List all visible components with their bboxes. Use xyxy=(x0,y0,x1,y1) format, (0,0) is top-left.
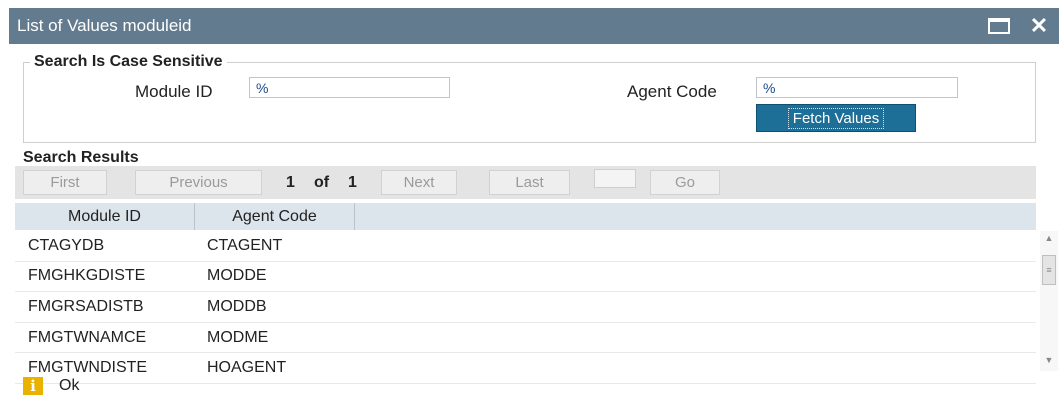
pagination-bar: First Previous 1 of 1 Next Last Go xyxy=(15,166,1036,199)
search-results-label: Search Results xyxy=(23,149,139,166)
go-button[interactable]: Go xyxy=(650,170,720,195)
next-page-button[interactable]: Next xyxy=(381,170,457,195)
close-button[interactable]: ✕ xyxy=(1019,8,1059,44)
scroll-up-icon[interactable]: ▲ xyxy=(1040,233,1058,243)
vertical-scrollbar[interactable]: ▲ ≡ ▼ xyxy=(1040,231,1058,371)
cell-module-id: FMGTWNDISTE xyxy=(28,359,148,377)
cell-agent-code: MODME xyxy=(207,328,269,346)
window-title: List of Values moduleid xyxy=(17,16,192,35)
agent-code-input[interactable] xyxy=(756,77,958,98)
info-icon: i xyxy=(23,377,43,395)
module-id-input[interactable] xyxy=(249,77,450,98)
footer: i Ok xyxy=(23,377,79,395)
cell-agent-code: MODDE xyxy=(207,267,267,285)
module-id-label: Module ID xyxy=(135,82,213,101)
table-row[interactable]: FMGRSADISTB MODDB xyxy=(15,292,1036,323)
search-legend: Search Is Case Sensitive xyxy=(30,53,227,71)
agent-code-label: Agent Code xyxy=(627,82,717,101)
cell-module-id: FMGTWNAMCE xyxy=(28,328,147,346)
cell-agent-code: CTAGENT xyxy=(207,236,283,254)
maximize-button[interactable] xyxy=(979,8,1019,44)
cell-agent-code: MODDB xyxy=(207,297,267,315)
current-page: 1 xyxy=(286,174,295,191)
close-icon: ✕ xyxy=(1029,13,1049,38)
cell-module-id: FMGHKGDISTE xyxy=(28,267,146,285)
last-page-button[interactable]: Last xyxy=(489,170,570,195)
cell-module-id: FMGRSADISTB xyxy=(28,297,144,315)
page-number-input[interactable] xyxy=(594,169,636,188)
table-row[interactable]: FMGTWNDISTE HOAGENT xyxy=(15,353,1036,384)
scroll-thumb[interactable]: ≡ xyxy=(1042,255,1056,285)
total-pages: 1 xyxy=(348,174,357,191)
column-header-agent-code[interactable]: Agent Code xyxy=(195,203,355,230)
first-page-button[interactable]: First xyxy=(23,170,107,195)
table-row[interactable]: FMGHKGDISTE MODDE xyxy=(15,262,1036,293)
fetch-values-label: Fetch Values xyxy=(787,107,885,129)
cell-agent-code: HOAGENT xyxy=(207,359,287,377)
results-table-body: CTAGYDB CTAGENT FMGHKGDISTE MODDE FMGRSA… xyxy=(15,231,1036,384)
scroll-down-icon[interactable]: ▼ xyxy=(1040,355,1058,365)
table-row[interactable]: FMGTWNAMCE MODME xyxy=(15,323,1036,354)
column-header-module-id[interactable]: Module ID xyxy=(15,203,195,230)
ok-button[interactable]: Ok xyxy=(59,377,79,395)
cell-module-id: CTAGYDB xyxy=(28,236,105,254)
previous-page-button[interactable]: Previous xyxy=(135,170,262,195)
page-of-label: of xyxy=(314,174,330,191)
fetch-values-button[interactable]: Fetch Values xyxy=(756,104,916,132)
table-row[interactable]: CTAGYDB CTAGENT xyxy=(15,231,1036,262)
window-titlebar: List of Values moduleid ✕ xyxy=(9,8,1059,44)
results-table-header: Module ID Agent Code xyxy=(15,203,1036,230)
maximize-icon xyxy=(988,18,1010,34)
